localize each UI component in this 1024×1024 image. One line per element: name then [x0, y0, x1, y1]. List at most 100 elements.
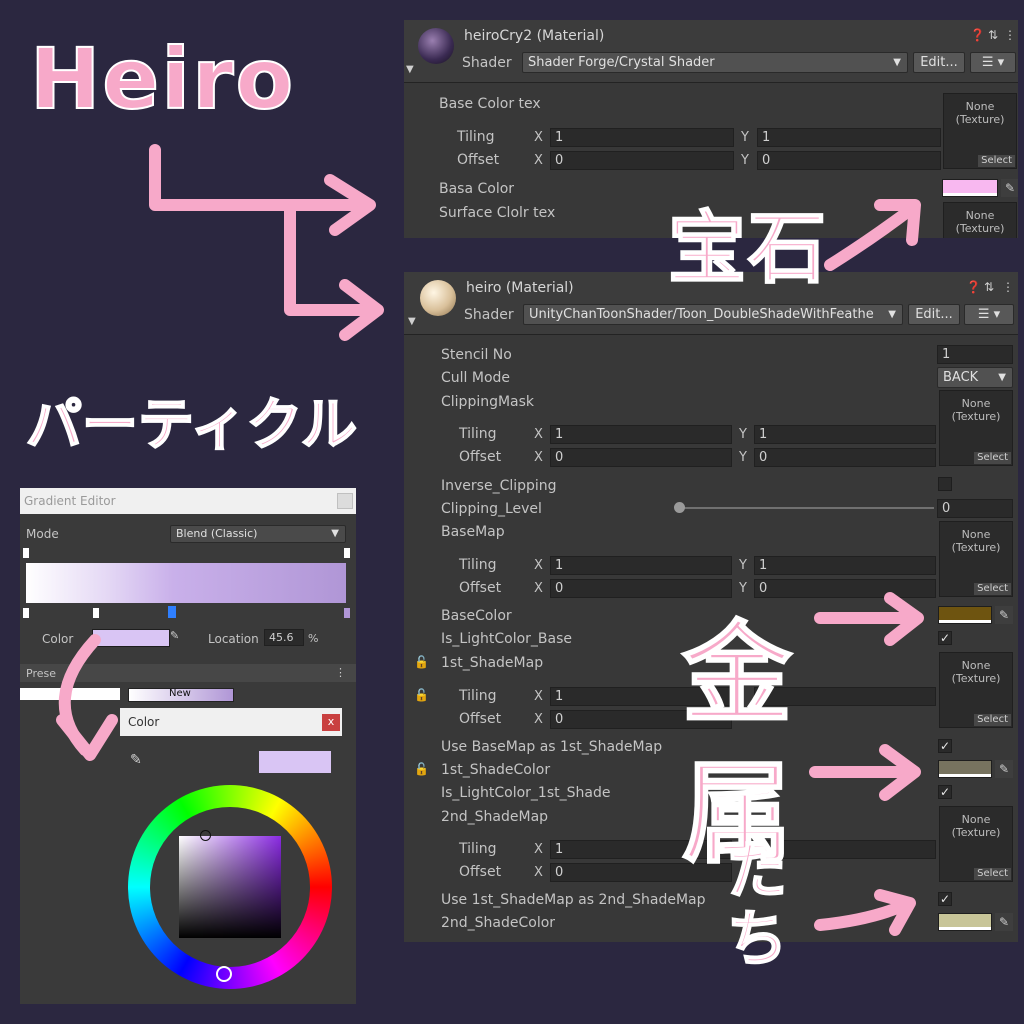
- basecolor-swatch[interactable]: [938, 606, 992, 624]
- tiling-y-field[interactable]: 1: [754, 425, 936, 444]
- shader-dropdown[interactable]: Shader Forge/Crystal Shader ▼: [522, 52, 908, 73]
- more-icon[interactable]: ⋮: [335, 666, 346, 679]
- color-label: Color: [42, 632, 74, 646]
- second-shademap-texture-slot[interactable]: None (Texture) Select: [939, 806, 1013, 882]
- eyedropper-icon[interactable]: ✎: [995, 913, 1013, 931]
- percent-label: %: [308, 632, 319, 645]
- mode-dropdown[interactable]: Blend (Classic) ▼: [170, 525, 346, 543]
- is-lightcolor-1st-label: Is_LightColor_1st_Shade: [441, 785, 611, 801]
- lock-icon[interactable]: 🔓: [414, 762, 429, 776]
- close-icon[interactable]: [337, 493, 353, 509]
- texture-select-button[interactable]: Select: [974, 452, 1011, 464]
- offset-x-field[interactable]: 0: [550, 151, 734, 170]
- surface-color-tex-label: Surface Clolr tex: [439, 205, 556, 221]
- list-icon: ☰ ▾: [977, 307, 1001, 322]
- annotation-heiro: Heiro: [29, 29, 296, 129]
- use-1st-shademap-label: Use 1st_ShadeMap as 2nd_ShadeMap: [441, 892, 706, 908]
- help-icon[interactable]: ❓: [966, 280, 981, 294]
- first-shademap-texture-slot[interactable]: None (Texture) Select: [939, 652, 1013, 728]
- clipping-level-slider-track[interactable]: [678, 507, 934, 509]
- eyedropper-icon[interactable]: ✎: [1001, 179, 1018, 197]
- surface-texture-slot[interactable]: None (Texture): [943, 202, 1017, 238]
- texture-select-button[interactable]: Select: [974, 714, 1011, 726]
- gradient-color-swatch[interactable]: [92, 629, 170, 647]
- chevron-down-icon: ▼: [893, 57, 901, 68]
- settings-icon[interactable]: ⇅: [984, 280, 994, 294]
- second-shadecolor-swatch[interactable]: [938, 913, 992, 931]
- tiling-label: Tiling: [459, 426, 497, 442]
- color-key-4[interactable]: [344, 608, 350, 618]
- alpha-key-left[interactable]: [23, 548, 29, 558]
- preset-swatch[interactable]: [20, 688, 120, 700]
- tiling-label: Tiling: [457, 129, 495, 145]
- more-icon[interactable]: ⋮: [1004, 28, 1016, 42]
- material-preview-crystal: [418, 28, 454, 64]
- eyedropper-icon[interactable]: ✎: [995, 760, 1013, 778]
- color-key-2[interactable]: [93, 608, 99, 618]
- shader-menu-button[interactable]: ☰ ▾: [964, 304, 1014, 325]
- tiling-x-field[interactable]: 1: [550, 128, 734, 147]
- lock-icon[interactable]: 🔓: [414, 655, 429, 669]
- first-shademap-label: 1st_ShadeMap: [441, 655, 544, 671]
- x-label: X: [534, 689, 543, 704]
- first-shadecolor-swatch[interactable]: [938, 760, 992, 778]
- x-label: X: [534, 427, 543, 442]
- texture-select-button[interactable]: Select: [974, 583, 1011, 595]
- y-label: Y: [739, 450, 747, 465]
- new-preset-button[interactable]: New: [128, 688, 234, 702]
- sv-cursor[interactable]: [200, 830, 211, 841]
- shader-dropdown[interactable]: UnityChanToonShader/Toon_DoubleShadeWith…: [523, 304, 903, 325]
- basemap-texture-slot[interactable]: None (Texture) Select: [939, 521, 1013, 597]
- color-picker-titlebar: Color x: [120, 708, 342, 736]
- more-icon[interactable]: ⋮: [1002, 280, 1014, 294]
- color-picker-window: Color x ✎: [120, 708, 342, 1004]
- edit-shader-button[interactable]: Edit...: [913, 52, 965, 73]
- shader-menu-button[interactable]: ☰ ▾: [970, 52, 1016, 73]
- use-basemap-checkbox[interactable]: ✓: [938, 739, 952, 753]
- use-1st-shademap-checkbox[interactable]: ✓: [938, 892, 952, 906]
- x-label: X: [534, 712, 543, 727]
- color-key-selected[interactable]: [168, 606, 176, 618]
- tiling-y-field[interactable]: 1: [757, 128, 941, 147]
- foldout-icon[interactable]: ▼: [406, 64, 414, 75]
- texture-select-button[interactable]: Select: [978, 155, 1015, 167]
- hue-cursor[interactable]: [216, 966, 232, 982]
- presets-header: Prese ⋮: [20, 664, 356, 682]
- base-color-texture-slot[interactable]: None (Texture) Select: [943, 93, 1017, 169]
- is-lightcolor-base-checkbox[interactable]: ✓: [938, 631, 952, 645]
- clipping-level-field[interactable]: 0: [937, 499, 1013, 518]
- eyedropper-icon[interactable]: ✎: [170, 629, 179, 642]
- clipping-level-slider-thumb[interactable]: [674, 502, 685, 513]
- tiling-y-field[interactable]: 1: [754, 556, 936, 575]
- color-key-1[interactable]: [23, 608, 29, 618]
- close-button[interactable]: x: [322, 714, 340, 731]
- stencil-no-field[interactable]: 1: [937, 345, 1013, 364]
- tiling-label: Tiling: [459, 688, 497, 704]
- tiling-x-field[interactable]: 1: [550, 425, 732, 444]
- is-lightcolor-1st-checkbox[interactable]: ✓: [938, 785, 952, 799]
- foldout-icon[interactable]: ▼: [408, 316, 416, 327]
- gradient-preview[interactable]: [26, 563, 346, 603]
- basa-color-swatch[interactable]: [942, 179, 998, 197]
- cull-mode-dropdown[interactable]: BACK ▼: [937, 367, 1013, 388]
- offset-y-field[interactable]: 0: [757, 151, 941, 170]
- tiling-x-field[interactable]: 1: [550, 556, 732, 575]
- inverse-clipping-checkbox[interactable]: [938, 477, 952, 491]
- offset-x-field[interactable]: 0: [550, 448, 732, 467]
- help-icon[interactable]: ❓: [970, 28, 985, 42]
- eyedropper-icon[interactable]: ✎: [130, 752, 142, 768]
- location-field[interactable]: 45.6: [264, 629, 304, 646]
- saturation-value-square[interactable]: [179, 836, 281, 938]
- settings-icon[interactable]: ⇅: [988, 28, 998, 42]
- lock-icon[interactable]: 🔓: [414, 688, 429, 702]
- eyedropper-icon[interactable]: ✎: [995, 606, 1013, 624]
- annotation-gem: 宝石: [667, 203, 829, 295]
- clipping-mask-texture-slot[interactable]: None (Texture) Select: [939, 390, 1013, 466]
- material-header: heiroCry2 (Material) ❓ ⇅ ⋮ ▼ Shader Shad…: [404, 20, 1018, 83]
- offset-y-field[interactable]: 0: [754, 448, 936, 467]
- edit-shader-button[interactable]: Edit...: [908, 304, 960, 325]
- is-lightcolor-base-label: Is_LightColor_Base: [441, 631, 573, 647]
- alpha-key-right[interactable]: [344, 548, 350, 558]
- texture-select-button[interactable]: Select: [974, 868, 1011, 880]
- chevron-down-icon: ▼: [998, 372, 1006, 383]
